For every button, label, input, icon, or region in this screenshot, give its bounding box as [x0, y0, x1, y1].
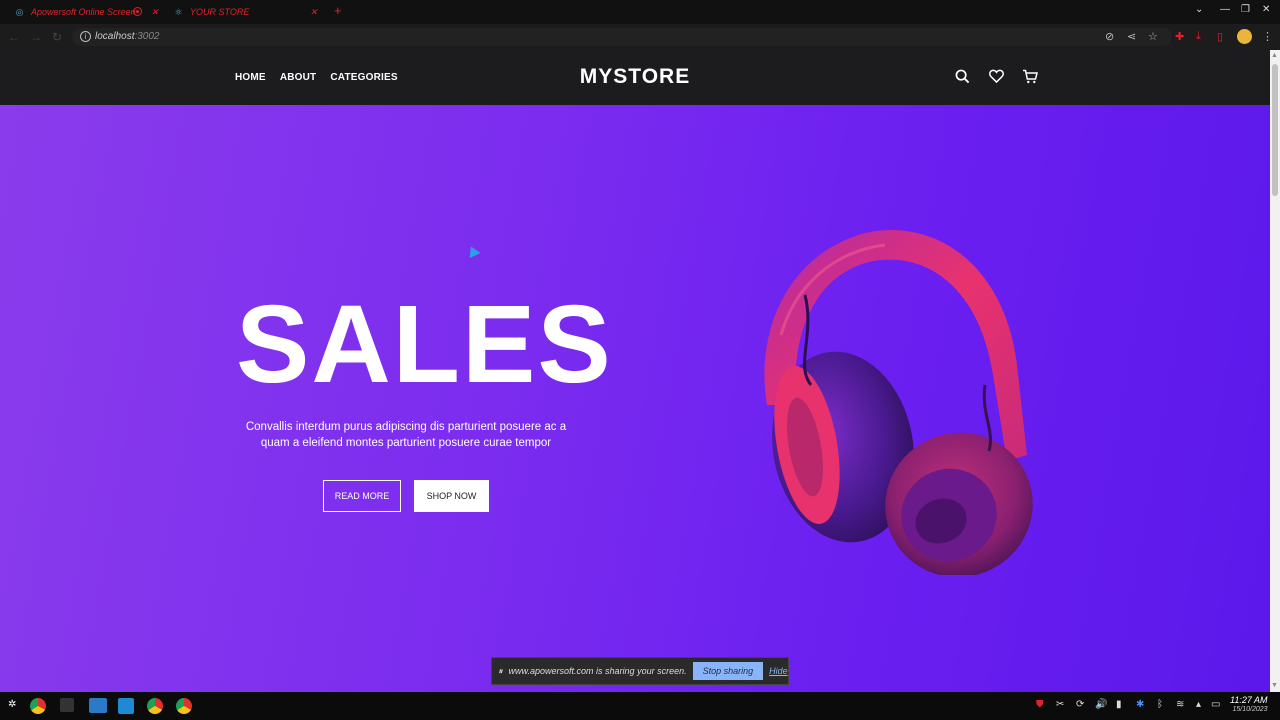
reload-icon[interactable]: ↻ [52, 30, 62, 44]
cart-icon[interactable] [1021, 67, 1039, 85]
store-logo[interactable]: MYSTORE [0, 65, 1270, 89]
tab-close-icon[interactable]: ✕ [151, 3, 159, 21]
sync-icon[interactable]: ⟳ [1076, 699, 1084, 710]
taskbar: ✲ ⛊ ✂ ⟳ 🔊 ▮ ✱ ᛒ ≋ ▴ ▭ 11:27 AM 15/10/202… [0, 692, 1280, 720]
recording-icon [133, 7, 142, 16]
headphones-image [764, 229, 1033, 575]
menu-dots-icon[interactable]: ⋮ [1262, 30, 1273, 43]
hero-description: Convallis interdum purus adipiscing dis … [245, 421, 567, 449]
tab-your-store[interactable]: ⚛ YOUR STORE [173, 3, 249, 21]
start-icon[interactable]: ✲ [8, 699, 16, 710]
tray-expand-icon[interactable]: ▴ [1196, 699, 1201, 710]
bookmark-star-icon[interactable]: ☆ [1148, 30, 1158, 43]
url-text[interactable]: localhost:3002 [95, 31, 160, 42]
terminal-icon[interactable] [60, 698, 74, 712]
back-icon[interactable]: ← [8, 30, 20, 44]
site-info-icon[interactable]: i [80, 31, 91, 42]
shop-now-button[interactable]: SHOP NOW [414, 480, 489, 512]
site-navbar: HOME ABOUT CATEGORIES MYSTORE [0, 50, 1270, 105]
heart-icon[interactable] [987, 67, 1005, 85]
minimize-icon[interactable]: — [1220, 4, 1230, 15]
hide-link[interactable]: Hide [769, 666, 788, 676]
browser-tab-bar: ◎ Apowersoft Online Screen ✕ ⚛ YOUR STOR… [0, 0, 1280, 24]
search-icon[interactable] [953, 67, 971, 85]
eye-off-icon[interactable]: ⊘ [1105, 30, 1114, 43]
bluetooth-icon[interactable]: ᛒ [1157, 699, 1163, 710]
read-more-button[interactable]: READ MORE [323, 480, 401, 512]
page-scrollbar[interactable]: ▲ ▼ [1270, 50, 1280, 692]
shield-icon[interactable]: ⛊ [1036, 699, 1044, 710]
profile-avatar[interactable] [1237, 29, 1252, 44]
scrollbar-thumb[interactable] [1272, 64, 1278, 196]
hero-title: SALES [236, 283, 613, 406]
scissors-icon[interactable]: ✂ [1056, 699, 1064, 710]
scroll-up-icon[interactable]: ▲ [1271, 52, 1278, 59]
forward-icon[interactable]: → [30, 30, 42, 44]
stop-sharing-button[interactable]: Stop sharing [692, 662, 764, 680]
clock-date: 15/10/2023 [1232, 706, 1268, 713]
tab-label: YOUR STORE [190, 7, 250, 17]
screen-share-bar: ⏸ www.apowersoft.com is sharing your scr… [491, 657, 789, 685]
extension-icon[interactable]: ✚ [1175, 30, 1184, 43]
tab-close-icon[interactable]: ✕ [310, 3, 318, 21]
share-icon[interactable]: ⋖ [1127, 30, 1136, 43]
close-window-icon[interactable]: ✕ [1262, 4, 1270, 15]
battery-icon[interactable]: ▮ [1116, 699, 1122, 710]
share-message: www.apowersoft.com is sharing your scree… [508, 666, 687, 676]
react-tab-icon: ⚛ [174, 6, 183, 17]
sidebar-icon[interactable]: ▯ [1217, 30, 1223, 43]
tab-search-icon[interactable]: ⌄ [1195, 4, 1203, 15]
tab-apowersoft[interactable]: ◎ Apowersoft Online Screen [14, 3, 136, 21]
keyboard-icon[interactable]: ▭ [1211, 699, 1220, 710]
chrome-icon[interactable] [30, 698, 46, 714]
omnibox[interactable] [72, 28, 1172, 46]
pause-icon[interactable]: ⏸ [498, 666, 503, 677]
chrome-icon[interactable] [176, 698, 192, 714]
address-bar: ← → ↻ i localhost:3002 ⊘ ⋖ ☆ ✚ ⤓ ▯ ⋮ [0, 24, 1280, 50]
restore-icon[interactable]: ❐ [1241, 4, 1250, 15]
system-clock[interactable]: 11:27 AM 15/10/2023 [1230, 695, 1268, 715]
apowersoft-tab-icon: ◎ [15, 6, 24, 17]
chrome-icon[interactable] [147, 698, 163, 714]
wifi-icon[interactable]: ≋ [1176, 699, 1184, 710]
nav-icon-group [953, 67, 1039, 85]
mouse-cursor [465, 243, 481, 259]
download-icon[interactable]: ⤓ [1196, 30, 1201, 43]
volume-icon[interactable]: 🔊 [1095, 699, 1107, 710]
hero-banner: SALES Convallis interdum purus adipiscin… [0, 105, 1270, 692]
clock-time: 11:27 AM [1230, 695, 1268, 705]
web-page: HOME ABOUT CATEGORIES MYSTORE SALES Conv… [0, 50, 1270, 692]
new-tab-icon[interactable]: + [334, 3, 342, 18]
tab-label: Apowersoft Online Screen [31, 7, 136, 17]
scroll-down-icon[interactable]: ▼ [1271, 682, 1278, 689]
bluetooth-app-icon[interactable]: ✱ [1136, 699, 1144, 710]
file-explorer-icon[interactable] [89, 698, 107, 713]
vscode-icon[interactable] [118, 698, 134, 714]
